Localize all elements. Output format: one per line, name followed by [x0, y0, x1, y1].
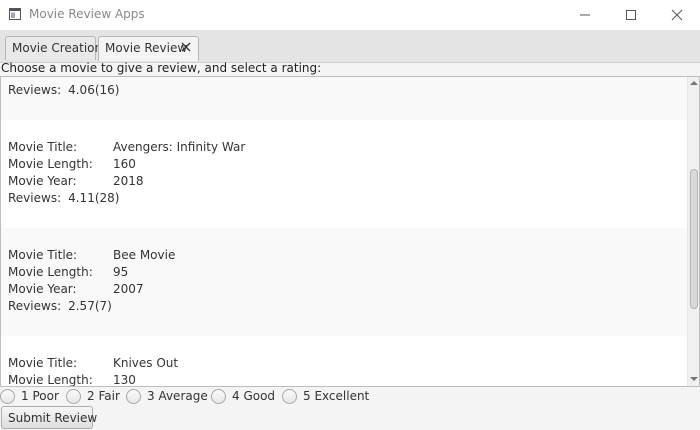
- movie-list[interactable]: Movie Title: Movie Length: Movie Year: 20…: [0, 76, 700, 387]
- movie-details: Movie Title: Movie Length: Movie Year:20…: [8, 77, 144, 99]
- maximize-button[interactable]: [608, 0, 654, 30]
- year-label: Movie Year:: [8, 174, 77, 188]
- year-label: Movie Year:: [8, 282, 77, 296]
- movie-length: 130: [113, 373, 136, 387]
- rating-label: 2 Fair: [87, 389, 120, 403]
- instruction-text: Choose a movie to give a review, and sel…: [1, 61, 322, 75]
- close-icon: [671, 9, 683, 21]
- title-label: Movie Title:: [8, 356, 78, 370]
- length-label: Movie Length:: [8, 157, 93, 171]
- scroll-up-icon[interactable]: [690, 81, 698, 85]
- scroll-down-icon[interactable]: [690, 377, 698, 381]
- list-item[interactable]: Movie Title: Knives Out Movie Length: 130 …: [1, 336, 687, 387]
- reviews-label: Reviews:: [8, 83, 62, 97]
- rating-label: 4 Good: [232, 389, 276, 403]
- movie-title: Knives Out: [113, 356, 179, 370]
- movie-length: 160: [113, 157, 136, 171]
- tab-movie-creation[interactable]: Movie Creation: [5, 36, 102, 60]
- rating-group: 1 Poor 2 Fair 3 Average 4 Good 5 Excelle…: [0, 388, 700, 406]
- movie-reviews: 4.11(28): [68, 191, 120, 205]
- app-window-icon: [9, 8, 21, 20]
- maximize-icon: [626, 10, 636, 20]
- movie-reviews: 4.06(16): [68, 83, 120, 97]
- movie-length: 95: [113, 265, 129, 279]
- tab-movie-review[interactable]: Movie Review: [98, 36, 199, 61]
- scroll-thumb[interactable]: [690, 169, 698, 309]
- tab-close-icon[interactable]: [181, 42, 191, 52]
- close-window-button[interactable]: [654, 0, 700, 30]
- title-bar: Movie Review Apps: [0, 0, 700, 30]
- list-item[interactable]: Movie Title: Avengers: Infinity War Movie…: [1, 120, 687, 228]
- tab-label: Movie Creation: [12, 41, 103, 55]
- length-label: Movie Length:: [8, 265, 93, 279]
- movie-reviews: 2.57(7): [68, 299, 112, 313]
- vertical-scrollbar[interactable]: [687, 77, 699, 386]
- movie-year: 2001: [113, 77, 144, 80]
- window-title: Movie Review Apps: [29, 7, 145, 21]
- length-label: Movie Length:: [8, 373, 93, 387]
- rating-label: 5 Excellent: [303, 389, 370, 403]
- radio-button[interactable]: [66, 389, 81, 404]
- minimize-button[interactable]: [562, 0, 608, 30]
- reviews-label: Reviews:: [8, 299, 62, 313]
- movie-list-content: Movie Title: Movie Length: Movie Year: 20…: [1, 77, 687, 387]
- submit-review-button[interactable]: Submit Review: [1, 406, 97, 429]
- list-item[interactable]: Movie Title: Bee Movie Movie Length: 95 Mo…: [1, 228, 687, 336]
- radio-button[interactable]: [0, 389, 15, 404]
- minimize-icon: [580, 14, 590, 16]
- list-item[interactable]: Movie Title: Movie Length: Movie Year:20…: [1, 77, 687, 120]
- radio-button[interactable]: [282, 389, 297, 404]
- reviews-label: Reviews:: [8, 191, 62, 205]
- movie-title: Avengers: Infinity War: [113, 140, 246, 154]
- radio-button[interactable]: [211, 389, 226, 404]
- title-label: Movie Title:: [8, 140, 78, 154]
- rating-label: 3 Average: [147, 389, 208, 403]
- movie-details: Movie Title: Knives Out Movie Length: 130 …: [8, 355, 179, 387]
- movie-title: Bee Movie: [113, 248, 176, 262]
- rating-label: 1 Poor: [21, 389, 59, 403]
- radio-button[interactable]: [126, 389, 141, 404]
- movie-year: 2007: [113, 282, 144, 296]
- title-label: Movie Title:: [8, 248, 78, 262]
- movie-year: 2018: [113, 174, 144, 188]
- movie-details: Movie Title: Avengers: Infinity War Movie…: [8, 139, 245, 207]
- tab-header: Movie Creation Movie Review: [0, 30, 700, 63]
- tab-label: Movie Review: [105, 41, 188, 55]
- movie-details: Movie Title: Bee Movie Movie Length: 95 Mo…: [8, 247, 175, 315]
